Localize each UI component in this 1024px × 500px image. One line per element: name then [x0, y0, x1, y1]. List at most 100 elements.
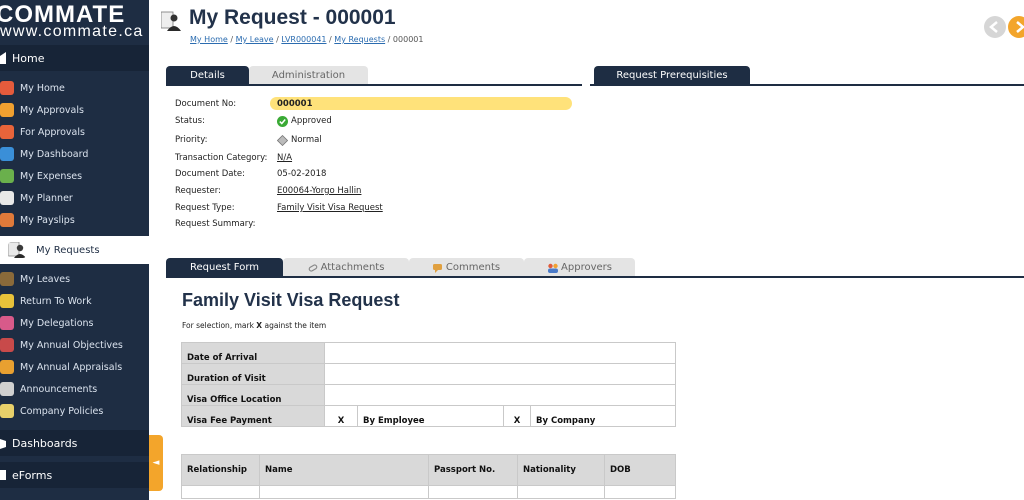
field-request-summary: Request Summary: — [175, 217, 277, 231]
duration-of-visit-field[interactable] — [324, 363, 676, 385]
brand-logo[interactable]: COMMATE www.commate.ca — [0, 0, 149, 44]
field-request-type: Request Type: Family Visit Visa Request — [175, 201, 383, 215]
tab-request-prerequisites[interactable]: Request Prerequisities — [594, 66, 750, 85]
requester-link[interactable]: E00064-Yorgo Hallin — [277, 186, 361, 196]
breadcrumb-current: 000001 — [392, 35, 424, 44]
transaction-category-link[interactable]: N/A — [277, 153, 292, 163]
sidebar-item-label: My Requests — [36, 244, 100, 256]
record-navigation — [984, 14, 1024, 40]
sidebar-item-my-home[interactable]: My Home — [0, 77, 149, 99]
sidebar-section-eforms-label: eForms — [12, 468, 53, 482]
tab-comments-label: Comments — [445, 262, 501, 273]
tab-administration[interactable]: Administration — [249, 66, 368, 85]
sidebar-item-label: My Home — [20, 82, 65, 94]
visa-office-location-field[interactable] — [324, 384, 676, 406]
sidebar-item-my-expenses[interactable]: My Expenses — [0, 165, 149, 187]
passport-no-cell[interactable] — [428, 485, 518, 499]
table-row: Visa Office Location — [181, 384, 676, 406]
sidebar-item-company-policies[interactable]: Company Policies — [0, 400, 149, 422]
field-requester: Requester: E00064-Yorgo Hallin — [175, 184, 361, 198]
dob-cell[interactable] — [604, 485, 676, 499]
sidebar-item-my-requests[interactable]: My Requests — [0, 236, 149, 264]
diamond-icon — [277, 134, 288, 146]
breadcrumb-link-my-home[interactable]: My Home — [190, 35, 228, 44]
tab-request-prerequisites-label: Request Prerequisities — [616, 70, 728, 81]
fee-mark-by-company[interactable]: X — [503, 405, 531, 427]
sidebar-item-label: My Dashboard — [20, 148, 89, 160]
sidebar-item-my-approvals[interactable]: My Approvals — [0, 99, 149, 121]
document-number-highlight — [270, 97, 572, 110]
sidebar-item-my-annual-objectives[interactable]: My Annual Objectives — [0, 334, 149, 356]
home-icon — [0, 52, 6, 64]
tab-administration-label: Administration — [271, 70, 346, 81]
leaves-icon — [0, 272, 14, 286]
sidebar-item-announcements[interactable]: Announcements — [0, 378, 149, 400]
sidebar-item-return-to-work[interactable]: Return To Work — [0, 290, 149, 312]
visa-details-table: Date of Arrival Duration of Visit Visa O… — [181, 342, 676, 427]
arrow-right-icon — [1016, 21, 1024, 33]
comments-icon — [432, 263, 442, 273]
sidebar-section-eforms[interactable]: eForms — [0, 462, 149, 488]
nationality-cell[interactable] — [517, 485, 605, 499]
column-header-passport-no: Passport No. — [428, 454, 518, 486]
tab-attachments[interactable]: Attachments — [283, 258, 409, 277]
brand-url: www.commate.ca — [0, 23, 144, 40]
sidebar-item-my-dashboard[interactable]: My Dashboard — [0, 143, 149, 165]
tab-request-form[interactable]: Request Form — [166, 258, 283, 277]
sidebar-item-my-delegations[interactable]: My Delegations — [0, 312, 149, 334]
document-no-label: Document No: — [175, 99, 237, 109]
sidebar-item-my-planner[interactable]: My Planner — [0, 187, 149, 209]
calendar-icon — [0, 191, 14, 205]
request-type-label: Request Type: — [175, 203, 235, 213]
table-header-row: Relationship Name Passport No. Nationali… — [181, 454, 676, 486]
sidebar-section-home-label: Home — [12, 51, 45, 65]
tab-details[interactable]: Details — [166, 66, 249, 85]
requester-label: Requester: — [175, 186, 221, 196]
tab-comments[interactable]: Comments — [409, 258, 524, 277]
sidebar-item-my-leaves[interactable]: My Leaves — [0, 268, 149, 290]
family-members-table: Relationship Name Passport No. Nationali… — [181, 454, 676, 499]
breadcrumb-link-my-leave[interactable]: My Leave — [236, 35, 274, 44]
row-label-date-of-arrival: Date of Arrival — [181, 342, 325, 364]
name-cell[interactable] — [259, 485, 429, 499]
fee-mark-by-employee[interactable]: X — [324, 405, 358, 427]
date-of-arrival-field[interactable] — [324, 342, 676, 364]
row-label-visa-office-location: Visa Office Location — [181, 384, 325, 406]
table-row: Visa Fee Payment X By Employee X By Comp… — [181, 405, 676, 427]
priority-value: Normal — [291, 135, 322, 145]
row-label-duration-of-visit: Duration of Visit — [181, 363, 325, 385]
breadcrumb-link-leave-record[interactable]: LVR000041 — [281, 35, 326, 44]
relationship-cell[interactable] — [181, 485, 260, 499]
approvals-icon — [0, 103, 14, 117]
sidebar-item-label: My Delegations — [20, 317, 94, 329]
sidebar-item-label: Return To Work — [20, 295, 92, 307]
sidebar-item-for-approvals[interactable]: For Approvals — [0, 121, 149, 143]
tab-approvers[interactable]: Approvers — [524, 258, 635, 277]
column-header-relationship: Relationship — [181, 454, 260, 486]
next-record-button[interactable] — [1008, 16, 1024, 38]
sidebar-item-label: Company Policies — [20, 405, 104, 417]
request-type-link[interactable]: Family Visit Visa Request — [277, 203, 383, 213]
sidebar-item-my-payslips[interactable]: My Payslips — [0, 209, 149, 231]
breadcrumb-link-my-requests[interactable]: My Requests — [334, 35, 385, 44]
document-no-value: 000001 — [277, 99, 313, 109]
sidebar-item-label: For Approvals — [20, 126, 85, 138]
requester-icon — [8, 242, 26, 258]
status-label: Status: — [175, 116, 205, 126]
sidebar-section-dashboards[interactable]: Dashboards — [0, 430, 149, 456]
column-header-name: Name — [259, 454, 429, 486]
column-header-nationality: Nationality — [517, 454, 605, 486]
sidebar-section-home[interactable]: Home — [0, 45, 149, 71]
sidebar-item-my-annual-appraisals[interactable]: My Annual Appraisals — [0, 356, 149, 378]
field-priority: Priority: Normal — [175, 133, 322, 147]
status-value: Approved — [291, 116, 332, 126]
sidebar-item-label: My Annual Appraisals — [20, 361, 123, 373]
form-tab-underline — [166, 276, 1024, 278]
request-icon — [161, 11, 181, 31]
sidebar-item-label: My Approvals — [20, 104, 84, 116]
previous-record-button[interactable] — [984, 16, 1006, 38]
paperclip-icon — [308, 263, 317, 272]
sidebar-item-label: My Leaves — [20, 273, 71, 285]
sidebar-item-label: My Expenses — [20, 170, 83, 182]
form-instruction: For selection, mark X against the item — [182, 321, 326, 330]
